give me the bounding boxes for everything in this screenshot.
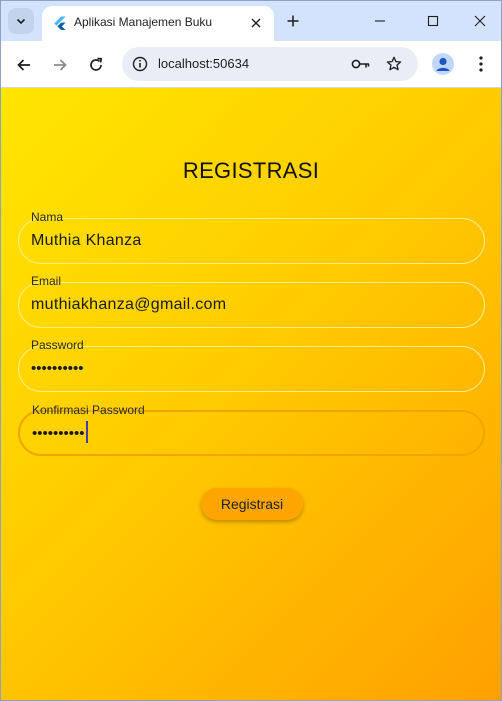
kebab-menu-icon[interactable] <box>471 53 491 75</box>
email-field[interactable]: Email muthiakhanza@gmail.com <box>18 274 485 328</box>
register-button[interactable]: Registrasi <box>201 488 303 520</box>
tab-title: Aplikasi Manajemen Buku <box>74 15 213 29</box>
browser-window: Aplikasi Manajemen Buku localhost:50634 … <box>0 0 502 701</box>
name-field[interactable]: Nama Muthia Khanza <box>18 210 485 264</box>
plus-icon[interactable] <box>283 11 303 31</box>
page-title: REGISTRASI <box>182 158 320 183</box>
email-field-value: muthiakhanza@gmail.com <box>31 296 227 313</box>
password-field-value: •••••••••• <box>31 360 84 377</box>
close-icon[interactable] <box>247 14 265 32</box>
close-window-icon[interactable] <box>467 9 493 33</box>
minimize-icon[interactable] <box>367 9 393 33</box>
arrow-left-icon[interactable] <box>12 53 36 77</box>
text-caret <box>85 421 88 443</box>
confirm-password-field[interactable]: Konfirmasi Password •••••••••• <box>18 403 485 456</box>
tab-strip: Aplikasi Manajemen Buku <box>1 1 501 41</box>
email-field-label: Email <box>31 274 62 288</box>
arrow-right-icon[interactable] <box>48 53 72 77</box>
info-icon[interactable] <box>130 54 150 74</box>
chevron-down-icon[interactable] <box>8 8 34 34</box>
star-icon[interactable] <box>384 54 404 74</box>
browser-tab[interactable]: Aplikasi Manajemen Buku <box>42 6 274 41</box>
maximize-icon[interactable] <box>420 9 446 33</box>
url-text[interactable]: localhost:50634 <box>158 56 249 71</box>
person-icon[interactable] <box>432 53 454 75</box>
confirm-password-value-wrap: •••••••••• <box>32 421 88 445</box>
reload-icon[interactable] <box>84 53 108 77</box>
key-icon[interactable] <box>351 54 371 74</box>
password-field[interactable]: Password •••••••••• <box>18 338 485 392</box>
registration-page: REGISTRASI Nama Muthia Khanza Email muth… <box>1 88 501 700</box>
password-field-label: Password <box>31 338 84 352</box>
flutter-icon <box>53 16 67 30</box>
name-field-value: Muthia Khanza <box>31 232 142 249</box>
name-field-label: Nama <box>31 210 64 224</box>
confirm-password-field-label: Konfirmasi Password <box>32 403 145 417</box>
browser-toolbar: localhost:50634 <box>1 41 501 88</box>
address-bar[interactable]: localhost:50634 <box>122 47 418 81</box>
confirm-password-field-value: •••••••••• <box>32 424 85 442</box>
